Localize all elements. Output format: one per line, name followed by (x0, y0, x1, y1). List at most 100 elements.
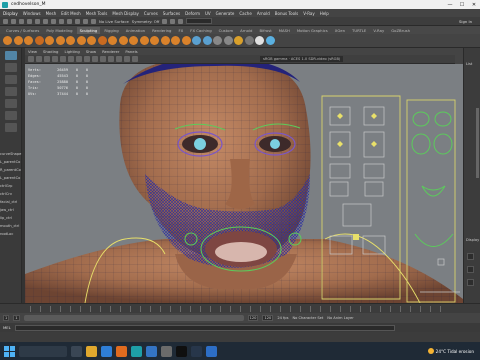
shelf-tab[interactable]: XGen (332, 27, 348, 34)
smooth-shade-icon[interactable] (92, 56, 98, 62)
outliner-item[interactable]: R_parentCo (0, 166, 22, 174)
outliner-item[interactable]: facial_ctrl (0, 198, 22, 206)
sign-in-link[interactable]: Sign In (459, 19, 472, 24)
move-tool-icon[interactable] (4, 87, 17, 96)
unreal-icon[interactable] (176, 345, 187, 357)
channel-box-scrollbar[interactable] (476, 108, 479, 178)
new-scene-icon[interactable] (11, 18, 16, 24)
menu-item[interactable]: Edit Mesh (61, 11, 81, 16)
render-settings-icon[interactable] (178, 18, 184, 24)
freeze-tool-icon[interactable] (181, 36, 191, 45)
gui-jaw-handle[interactable] (353, 234, 359, 240)
weather-widget[interactable]: 24°C Tidal erosion (427, 348, 474, 354)
shelf-tab[interactable]: FX Caching (187, 27, 214, 34)
menu-item[interactable]: Display (3, 11, 18, 16)
ipr-render-icon[interactable] (170, 18, 176, 24)
menu-item[interactable]: Help (320, 11, 329, 16)
time-slider[interactable] (0, 303, 480, 313)
outliner-item[interactable]: L_parentCo (0, 158, 22, 166)
convert-tool-icon[interactable] (202, 36, 212, 45)
command-input[interactable] (14, 324, 395, 331)
shelf-tab-active[interactable]: Sculpting (76, 26, 101, 34)
menu-item[interactable]: Cache (239, 11, 251, 16)
range-end-field-2[interactable]: 120 (262, 315, 274, 321)
viewport-menu-lighting[interactable]: Lighting (64, 49, 79, 54)
select-component-icon[interactable] (67, 18, 72, 24)
viewport-menu-renderer[interactable]: Renderer (102, 49, 119, 54)
viewport-menu-show[interactable]: Show (86, 49, 96, 54)
menu-item[interactable]: Surfaces (163, 11, 180, 16)
textured-icon[interactable] (100, 56, 106, 62)
firefox-icon[interactable] (116, 345, 127, 357)
shelf-tab[interactable]: Custom (216, 27, 237, 34)
shelf-tab[interactable]: Arnold (237, 27, 255, 34)
bookmark-icon[interactable] (44, 56, 50, 62)
foamy-tool-icon[interactable] (66, 36, 75, 45)
layer-editor-label[interactable]: Display (466, 238, 479, 242)
open-scene-icon[interactable] (19, 18, 24, 24)
resolution-gate-icon[interactable] (76, 56, 82, 62)
last-tool-icon[interactable] (4, 123, 17, 132)
input-field[interactable] (186, 18, 213, 24)
menu-item[interactable]: Mesh Tools (86, 11, 108, 16)
layer-icon[interactable] (234, 36, 243, 45)
snap-curve-icon[interactable] (83, 18, 88, 24)
scale-tool-icon[interactable] (4, 111, 17, 120)
smear-tool-icon[interactable] (150, 36, 159, 45)
fps-label[interactable]: 24 fps (277, 316, 288, 320)
repeat-tool-icon[interactable] (87, 36, 96, 45)
relax-tool-icon[interactable] (24, 36, 33, 45)
file-explorer-icon[interactable] (86, 345, 97, 357)
falloff-icon[interactable] (223, 36, 233, 45)
grid-icon[interactable] (60, 56, 66, 62)
shelf-tab[interactable]: GoZBrush (388, 27, 413, 34)
perspective-viewport[interactable]: Verts: 26459 0 0 Edges: 45543 0 0 Faces: 25880 0… (25, 64, 463, 303)
snap-point-icon[interactable] (91, 18, 96, 24)
maya-icon[interactable] (131, 345, 142, 357)
select-tool-icon[interactable] (4, 51, 17, 60)
sculpt-tool-icon[interactable] (3, 36, 12, 45)
shadows-icon[interactable] (116, 56, 122, 62)
task-view-icon[interactable] (71, 345, 82, 357)
symmetry-label[interactable]: Symmetry: Off (132, 19, 160, 24)
menu-item[interactable]: Windows (23, 11, 41, 16)
camera-icon[interactable] (28, 56, 34, 62)
wrap-icon[interactable] (255, 36, 264, 45)
layer-visibility-box[interactable] (467, 279, 474, 286)
minimize-button[interactable]: — (444, 2, 456, 8)
viewport-menu-panels[interactable]: Panels (125, 49, 137, 54)
select-hierarchy-icon[interactable] (51, 18, 56, 24)
outliner-item[interactable]: ctrlGrp (0, 182, 22, 190)
image-plane-icon[interactable] (52, 56, 58, 62)
menu-item[interactable]: Bonus Tools (275, 11, 298, 16)
paint-select-tool-icon[interactable] (4, 75, 17, 84)
undo-icon[interactable] (35, 18, 40, 24)
lasso-tool-icon[interactable] (4, 63, 17, 72)
live-surface-label[interactable]: No Live Surface (99, 19, 129, 24)
grab-tool-icon[interactable] (34, 36, 44, 45)
stamp-icon[interactable] (213, 36, 222, 45)
xray-icon[interactable] (132, 56, 138, 62)
photoshop-icon[interactable] (206, 345, 217, 357)
zbrush-icon[interactable] (191, 345, 202, 357)
film-gate-icon[interactable] (68, 56, 74, 62)
character-set-label[interactable]: No Character Set (292, 316, 323, 320)
shelf-tab[interactable]: Motion Graphics (294, 27, 331, 34)
taskbar-search-box[interactable] (19, 345, 67, 357)
menu-item[interactable]: Deform (185, 11, 200, 16)
menu-item[interactable]: UV (205, 11, 211, 16)
mode-icon[interactable] (3, 18, 8, 24)
mail-icon[interactable] (146, 345, 157, 357)
shelf-tab[interactable]: Rendering (149, 27, 174, 34)
bulge-tool-icon[interactable] (160, 36, 170, 45)
mask-tool-icon[interactable] (192, 36, 201, 45)
outliner-item[interactable]: curveShape (0, 150, 22, 158)
windows-start-icon[interactable] (4, 345, 15, 357)
symmetry-icon[interactable] (265, 36, 275, 45)
outliner-item[interactable]: rootLoc (0, 230, 22, 238)
wax-tool-icon[interactable] (108, 36, 117, 45)
spray-tool-icon[interactable] (76, 36, 86, 45)
viewport-menu-view[interactable]: View (28, 49, 37, 54)
range-start-field-2[interactable]: 1 (13, 315, 20, 321)
shelf-tab[interactable]: Curves / Surfaces (3, 27, 42, 34)
